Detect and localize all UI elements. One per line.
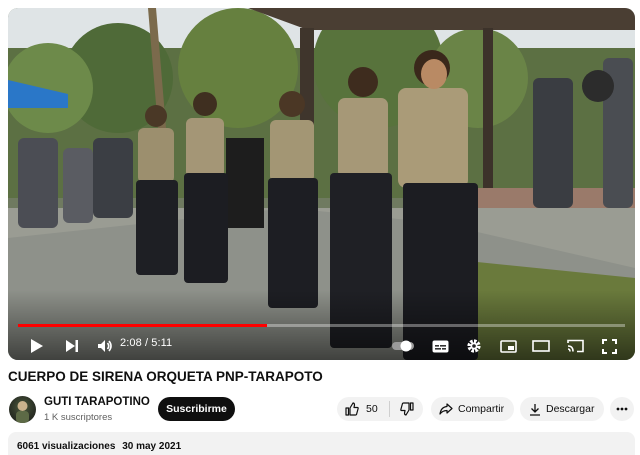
- like-button[interactable]: 50: [337, 397, 389, 421]
- time-total: 5:11: [151, 337, 173, 349]
- volume-icon: [98, 340, 112, 352]
- more-actions-button[interactable]: [610, 397, 634, 421]
- theater-icon: [532, 340, 550, 352]
- settings-button[interactable]: [463, 335, 485, 357]
- avatar-icon: [16, 401, 29, 423]
- time-current: 2:08: [120, 337, 142, 349]
- video-title: CUERPO DE SIRENA ORQUETA PNP-TARAPOTO: [8, 369, 323, 384]
- dislike-button[interactable]: [390, 397, 423, 421]
- fullscreen-button[interactable]: [598, 335, 620, 357]
- description-box[interactable]: 6061 visualizaciones 30 may 2021: [8, 432, 635, 455]
- autoplay-toggle-icon: [392, 340, 414, 352]
- progress-fill: [18, 324, 267, 327]
- cast-icon: [566, 339, 584, 353]
- miniplayer-icon: [499, 339, 517, 353]
- subtitles-button[interactable]: [429, 335, 451, 357]
- share-button[interactable]: Compartir: [431, 397, 514, 421]
- download-button[interactable]: Descargar: [520, 397, 604, 421]
- volume-button[interactable]: [94, 335, 116, 357]
- cast-button[interactable]: [564, 335, 586, 357]
- play-button[interactable]: [26, 335, 48, 357]
- time-display: 2:08 / 5:11: [120, 337, 172, 349]
- next-button[interactable]: [61, 335, 83, 357]
- more-horizontal-icon: [616, 407, 628, 411]
- autoplay-toggle[interactable]: [390, 335, 416, 357]
- settings-icon: [467, 339, 481, 353]
- view-count: 6061 visualizaciones: [17, 441, 116, 452]
- video-player[interactable]: 2:08 / 5:11: [8, 8, 635, 360]
- like-dislike-group: 50: [337, 397, 423, 421]
- miniplayer-button[interactable]: [497, 335, 519, 357]
- channel-avatar[interactable]: [9, 396, 36, 423]
- thumbs-up-icon: [345, 402, 359, 416]
- download-icon: [530, 403, 540, 416]
- subscribe-button[interactable]: Suscribirme: [158, 397, 235, 421]
- next-icon: [66, 340, 78, 352]
- channel-name[interactable]: GUTI TARAPOTINO: [44, 396, 150, 408]
- play-icon: [31, 339, 43, 353]
- fullscreen-icon: [601, 338, 617, 354]
- progress-bar[interactable]: [18, 324, 625, 327]
- subtitles-icon: [432, 340, 448, 352]
- share-icon: [439, 403, 453, 415]
- upload-date: 30 may 2021: [122, 441, 182, 452]
- time-separator: /: [141, 337, 152, 349]
- theater-button[interactable]: [530, 335, 552, 357]
- share-label: Compartir: [458, 403, 505, 415]
- like-count: 50: [366, 403, 378, 415]
- download-label: Descargar: [546, 403, 595, 415]
- subscriber-count: 1 K suscriptores: [44, 412, 113, 423]
- thumbs-down-icon: [399, 402, 414, 416]
